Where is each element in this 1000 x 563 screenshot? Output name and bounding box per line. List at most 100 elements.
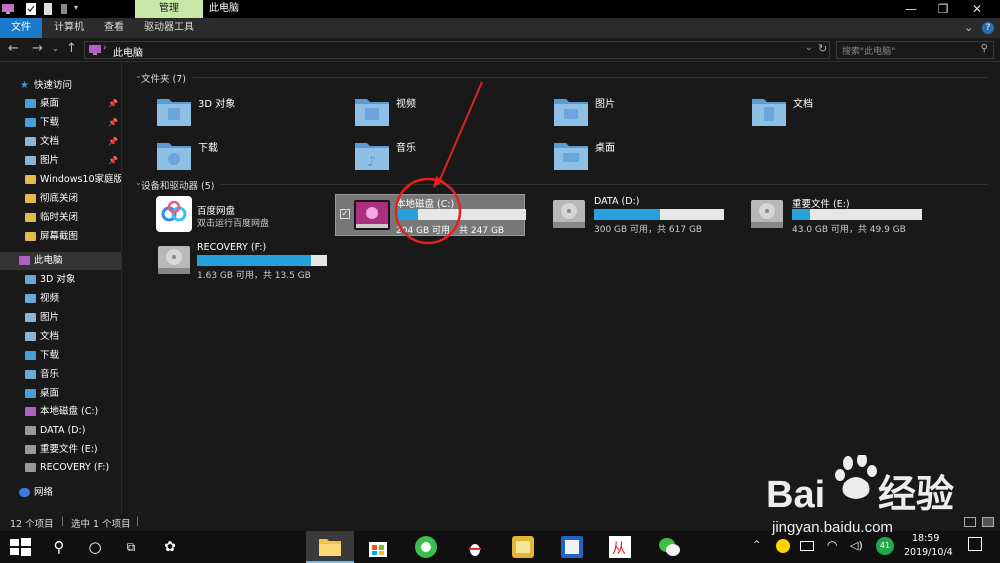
- store-icon[interactable]: [366, 535, 390, 559]
- chevron-up-icon[interactable]: ^: [753, 540, 761, 550]
- task-view-icon[interactable]: ⧉: [119, 535, 143, 559]
- minimize-button[interactable]: —: [896, 0, 926, 18]
- sidebar-item-quick-access[interactable]: ★ 快速访问: [0, 77, 121, 95]
- folder-pictures[interactable]: 图片: [553, 93, 743, 135]
- sidebar-item-label: DATA (D:): [40, 425, 86, 436]
- hard-drive-icon: [751, 200, 783, 228]
- sidebar-item-drive-d[interactable]: DATA (D:): [0, 422, 121, 440]
- folder-music[interactable]: ♪ 音乐: [354, 137, 544, 179]
- wifi-icon[interactable]: ◠: [827, 538, 837, 552]
- taskbar-file-explorer[interactable]: [306, 531, 354, 563]
- new-folder-icon[interactable]: [43, 3, 53, 15]
- restore-button[interactable]: ❐: [928, 0, 958, 18]
- drive-space-label: 204 GB 可用，共 247 GB: [396, 226, 505, 236]
- folder-documents[interactable]: 文档: [751, 93, 941, 135]
- search-icon[interactable]: ⚲: [47, 535, 71, 559]
- svg-text:♪: ♪: [367, 154, 376, 170]
- tab-file[interactable]: 文件: [0, 18, 42, 38]
- item-count: 12 个项目: [10, 519, 54, 530]
- sidebar-item-downloads-pc[interactable]: 下载: [0, 347, 121, 365]
- sidebar-item-documents[interactable]: 文档 📌: [0, 133, 121, 151]
- drive-name: 本地磁盘 (C:): [396, 199, 455, 210]
- chevron-down-icon[interactable]: ⌄: [135, 71, 142, 80]
- hard-drive-icon: [553, 200, 585, 228]
- folder-desktop[interactable]: 桌面: [553, 137, 743, 179]
- star-icon: ★: [20, 80, 29, 91]
- pin-icon[interactable]: 📌: [108, 95, 118, 113]
- sidebar-item-pictures-pc[interactable]: 图片: [0, 309, 121, 327]
- file-explorer-icon: [319, 539, 341, 556]
- sidebar-item-pictures[interactable]: 图片 📌: [0, 152, 121, 170]
- sidebar-item-screenshots[interactable]: 屏幕截图: [0, 228, 121, 246]
- baidu-netdisk-icon: [156, 196, 192, 232]
- up-arrow-icon[interactable]: ↑: [66, 41, 77, 56]
- folder-videos[interactable]: 视频: [354, 93, 544, 135]
- pin-icon[interactable]: 📌: [108, 152, 118, 170]
- drive-c-item[interactable]: ✓ 本地磁盘 (C:) 204 GB 可用，共 247 GB: [335, 194, 526, 236]
- sidebar-item-full-close[interactable]: 彻底关闭: [0, 190, 121, 208]
- chevron-down-icon[interactable]: ⌄: [135, 178, 142, 187]
- baidu-netdisk-item[interactable]: 百度网盘 双击运行百度网盘: [148, 194, 338, 236]
- sidebar-item-desktop-pc[interactable]: 桌面: [0, 385, 121, 403]
- address-input[interactable]: › 此电脑 ⌄ ↻: [84, 41, 830, 59]
- sidebar-item-downloads[interactable]: 下载 📌: [0, 114, 121, 132]
- back-arrow-icon[interactable]: ←: [8, 41, 19, 56]
- sidebar-item-temp-close[interactable]: 临时关闭: [0, 209, 121, 227]
- search-placeholder: 搜索"此电脑": [842, 47, 896, 57]
- sidebar-item-videos[interactable]: 视频: [0, 290, 121, 308]
- tray-app-icon[interactable]: [776, 539, 790, 553]
- notification-icon[interactable]: [968, 537, 982, 551]
- recent-dropdown-icon[interactable]: ⌄: [52, 44, 59, 53]
- drive-e-item[interactable]: 重要文件 (E:) 43.0 GB 可用，共 49.9 GB: [741, 194, 931, 236]
- checkbox-icon[interactable]: ✓: [340, 209, 350, 219]
- pinwheel-app-icon[interactable]: ✿: [158, 535, 182, 559]
- browser-icon[interactable]: [414, 535, 438, 559]
- taskbar-app-icon[interactable]: [511, 535, 535, 559]
- taskbar-app-icon[interactable]: [560, 535, 584, 559]
- folders-group-header[interactable]: ⌄ 文件夹 (7): [135, 71, 186, 85]
- quick-access-dropdown-icon[interactable]: ▾: [74, 3, 84, 15]
- sidebar-item-label: RECOVERY (F:): [40, 462, 110, 473]
- sidebar-item-3d-objects[interactable]: 3D 对象: [0, 271, 121, 289]
- tab-computer[interactable]: 计算机: [42, 18, 96, 38]
- sidebar-item-drive-e[interactable]: 重要文件 (E:): [0, 441, 121, 459]
- properties-icon[interactable]: [26, 3, 36, 15]
- sidebar-item-drive-c[interactable]: 本地磁盘 (C:): [0, 403, 121, 421]
- devices-group-header[interactable]: ⌄ 设备和驱动器 (5): [135, 178, 214, 192]
- pin-icon[interactable]: 📌: [108, 133, 118, 151]
- sidebar-item-network[interactable]: 网络: [0, 484, 121, 502]
- chevron-down-icon[interactable]: ⌄: [805, 43, 813, 53]
- close-button[interactable]: ✕: [962, 0, 992, 18]
- sidebar-item-music[interactable]: 音乐: [0, 366, 121, 384]
- tab-manage[interactable]: 管理: [135, 0, 203, 18]
- folder-3d-objects[interactable]: 3D 对象: [156, 93, 346, 135]
- cortana-icon[interactable]: ○: [83, 535, 107, 559]
- tab-drive-tools[interactable]: 驱动器工具: [136, 18, 202, 38]
- sidebar-item-desktop[interactable]: 桌面 📌: [0, 95, 121, 113]
- folder-downloads[interactable]: 下载: [156, 137, 346, 179]
- forward-arrow-icon[interactable]: →: [32, 41, 43, 56]
- refresh-icon[interactable]: ↻: [818, 42, 827, 55]
- qq-icon[interactable]: [463, 535, 487, 559]
- wechat-icon[interactable]: [657, 535, 681, 559]
- taskbar-app-icon[interactable]: 从: [608, 535, 632, 559]
- sidebar-item-windows10[interactable]: Windows10家庭版: [0, 171, 121, 189]
- battery-icon[interactable]: [800, 541, 814, 551]
- windows-start-icon[interactable]: [8, 535, 32, 559]
- breadcrumb[interactable]: 此电脑: [113, 44, 143, 59]
- sidebar-item-this-pc[interactable]: 此电脑: [0, 252, 121, 270]
- drive-f-item[interactable]: RECOVERY (F:) 1.63 GB 可用，共 13.5 GB: [148, 240, 338, 282]
- sidebar-item-documents-pc[interactable]: 文档: [0, 328, 121, 346]
- chevron-down-icon[interactable]: ⌄: [964, 21, 973, 34]
- undo-icon[interactable]: [60, 3, 68, 15]
- tray-badge[interactable]: 41: [876, 537, 894, 555]
- network-icon: [19, 488, 30, 497]
- search-input[interactable]: 搜索"此电脑" ⚲: [836, 41, 994, 59]
- clock-date[interactable]: 2019/10/4: [904, 547, 953, 558]
- drive-d-item[interactable]: DATA (D:) 300 GB 可用，共 617 GB: [543, 194, 733, 236]
- help-icon[interactable]: ?: [982, 22, 994, 34]
- pin-icon[interactable]: 📌: [108, 114, 118, 132]
- volume-icon[interactable]: ◁): [850, 539, 863, 552]
- sidebar-item-drive-f[interactable]: RECOVERY (F:): [0, 459, 121, 477]
- tab-view[interactable]: 查看: [96, 18, 132, 38]
